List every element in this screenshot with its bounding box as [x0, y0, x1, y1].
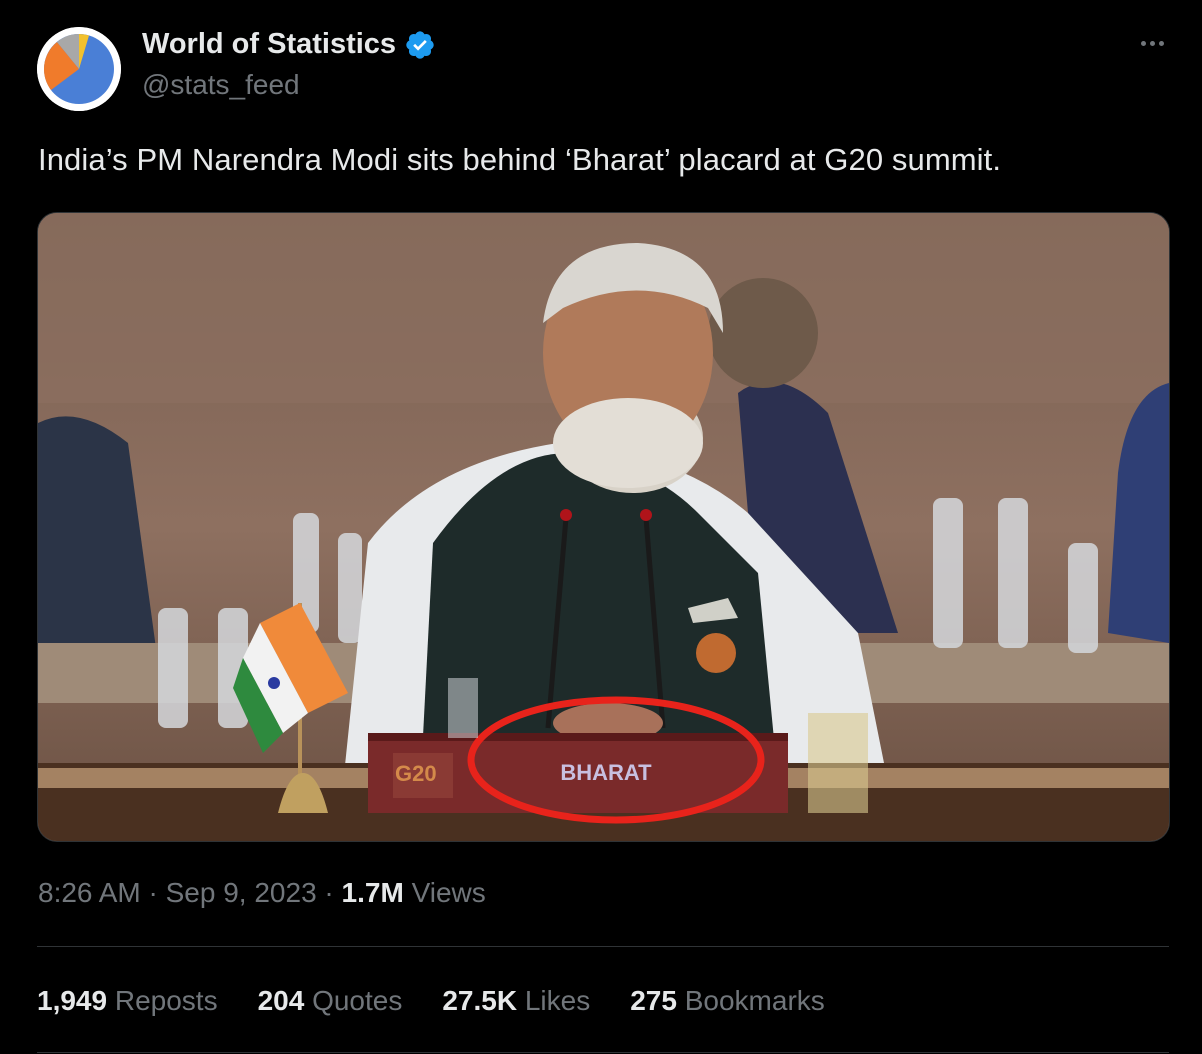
views-count: 1.7M — [341, 877, 404, 908]
meta-separator: · — [140, 877, 166, 908]
tweet: World of Statistics @stats_feed India’s … — [0, 0, 1202, 1054]
placard-text: BHARAT — [560, 760, 652, 785]
likes-stat[interactable]: 27.5K Likes — [442, 985, 590, 1017]
quotes-stat[interactable]: 204 Quotes — [258, 985, 403, 1017]
post-time[interactable]: 8:26 AM — [38, 877, 141, 908]
divider — [37, 1052, 1169, 1053]
author-name-text: World of Statistics — [142, 28, 397, 60]
meta-separator: · — [316, 877, 342, 908]
post-metadata: 8:26 AM · Sep 9, 2023 · 1.7M Views — [38, 877, 486, 909]
bookmarks-count: 275 — [630, 985, 677, 1016]
post-date[interactable]: Sep 9, 2023 — [166, 877, 317, 908]
likes-label: Likes — [517, 985, 591, 1016]
author-handle[interactable]: @stats_feed — [142, 69, 300, 101]
g20-logo-text: G20 — [395, 761, 437, 786]
reposts-count: 1,949 — [37, 985, 108, 1016]
post-image[interactable]: G20 BHARAT — [37, 212, 1170, 842]
post-text: India’s PM Narendra Modi sits behind ‘Bh… — [38, 142, 1002, 177]
avatar[interactable] — [37, 27, 121, 111]
views-label: Views — [403, 877, 486, 908]
more-horizontal-icon[interactable] — [1134, 28, 1170, 58]
likes-count: 27.5K — [442, 985, 518, 1016]
reposts-label: Reposts — [107, 985, 218, 1016]
author-name[interactable]: World of Statistics — [142, 28, 436, 61]
reposts-stat[interactable]: 1,949 Reposts — [37, 985, 218, 1017]
pie-chart-avatar-icon — [37, 27, 121, 111]
verified-badge-icon — [404, 29, 436, 61]
divider — [37, 946, 1169, 947]
quotes-label: Quotes — [304, 985, 403, 1016]
quotes-count: 204 — [257, 985, 305, 1016]
bookmarks-stat[interactable]: 275 Bookmarks — [630, 985, 825, 1017]
bookmarks-label: Bookmarks — [676, 985, 825, 1016]
engagement-stats: 1,949 Reposts 204 Quotes 27.5K Likes 275… — [37, 985, 865, 1017]
